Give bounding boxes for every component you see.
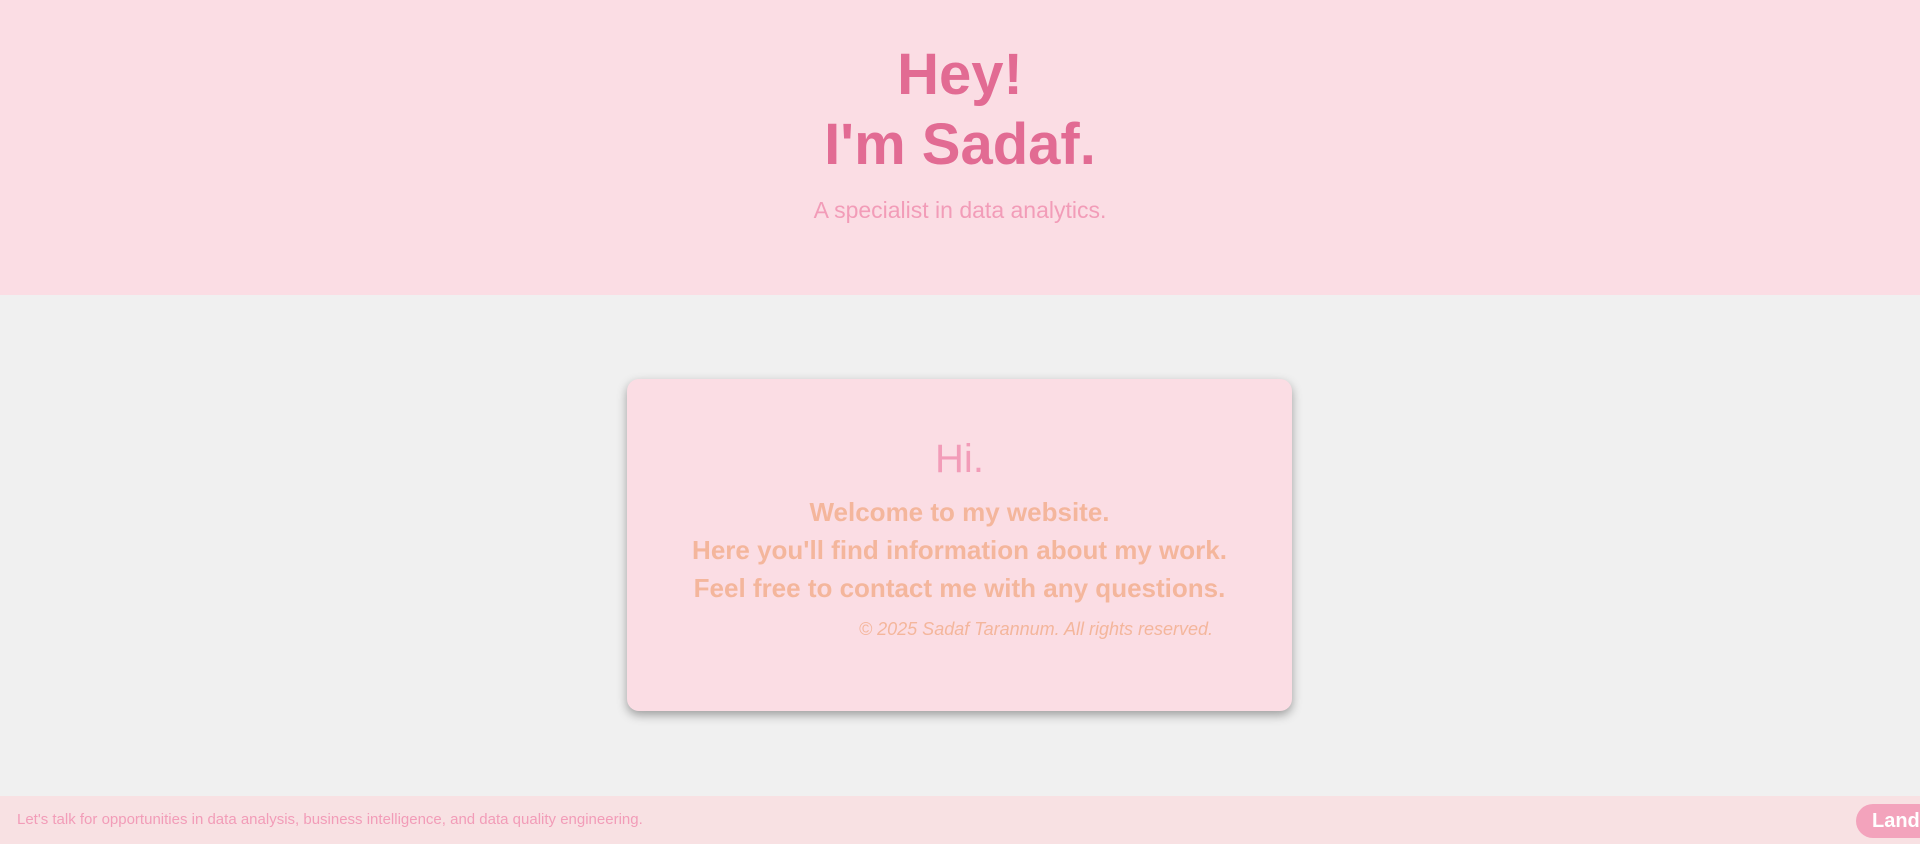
page: Hey! I'm Sadaf. A specialist in data ana… — [0, 0, 1920, 844]
card-greeting: Hi. — [935, 437, 984, 481]
hero-title-line1: Hey! — [897, 42, 1023, 107]
welcome-card: Hi. Welcome to my website. Here you'll f… — [627, 379, 1292, 711]
card-contact-line: Feel free to contact me with any questio… — [693, 573, 1226, 603]
card-info-line: Here you'll find information about my wo… — [692, 535, 1227, 565]
hero-title-line2: I'm Sadaf. — [824, 112, 1096, 177]
hero-subtitle: A specialist in data analytics. — [813, 197, 1107, 223]
land-button[interactable]: Land — [1856, 804, 1920, 838]
hero-header: Hey! I'm Sadaf. A specialist in data ana… — [0, 0, 1920, 295]
card-welcome-line: Welcome to my website. — [809, 497, 1110, 527]
footer-text: Let's talk for opportunities in data ana… — [17, 811, 643, 828]
footer-bar: Let's talk for opportunities in data ana… — [0, 796, 1920, 844]
copyright-text: © 2025 Sadaf Tarannum. All rights reserv… — [858, 619, 1213, 639]
